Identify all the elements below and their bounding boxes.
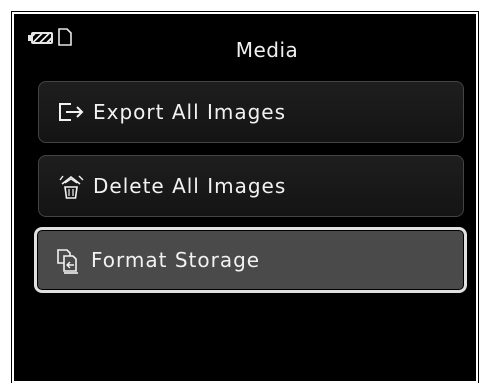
export-icon <box>59 103 84 121</box>
format-storage-label: Format Storage <box>91 248 261 272</box>
export-all-images-label: Export All Images <box>93 100 287 124</box>
format-storage-button[interactable]: Format Storage <box>34 227 467 293</box>
export-all-images-button[interactable]: Export All Images <box>38 81 464 143</box>
delete-all-images-label: Delete All Images <box>93 174 287 198</box>
delete-icon <box>59 175 84 199</box>
camera-screen: Media Export All Images Delete All Image… <box>11 11 479 383</box>
delete-all-images-button[interactable]: Delete All Images <box>38 155 464 217</box>
page-title: Media <box>235 38 299 62</box>
format-storage-icon <box>57 249 78 274</box>
status-bar: Media <box>14 14 476 80</box>
